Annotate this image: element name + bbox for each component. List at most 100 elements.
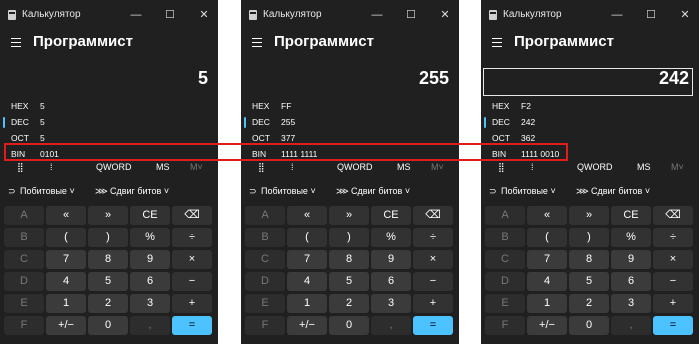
key-3[interactable]: 3	[371, 294, 411, 313]
key-3[interactable]: 3	[611, 294, 651, 313]
key-3[interactable]: 3	[130, 294, 170, 313]
key-plus[interactable]: +	[413, 294, 453, 313]
bitshift-dropdown[interactable]: Сдвиг битов ˅	[351, 186, 410, 196]
close-button[interactable]: ✕	[194, 5, 214, 25]
key-minus[interactable]: −	[413, 272, 453, 291]
key-c[interactable]: C	[245, 250, 285, 269]
keypad-icon[interactable]: ⣿	[258, 162, 265, 173]
key-4[interactable]: 4	[287, 272, 327, 291]
key-close-paren[interactable]: )	[569, 228, 609, 247]
key-ce[interactable]: CE	[611, 206, 651, 225]
memory-store-button[interactable]: MS	[637, 162, 651, 172]
key-8[interactable]: 8	[329, 250, 369, 269]
key-minus[interactable]: −	[172, 272, 212, 291]
key-open-paren[interactable]: (	[287, 228, 327, 247]
close-button[interactable]: ✕	[675, 5, 695, 25]
key-5[interactable]: 5	[569, 272, 609, 291]
key-6[interactable]: 6	[130, 272, 170, 291]
bit-toggle-icon[interactable]: ⁞	[291, 162, 294, 172]
maximize-button[interactable]: ☐	[641, 5, 661, 25]
bitwise-dropdown[interactable]: Побитовые ˅	[20, 186, 75, 196]
key-multiply[interactable]: ×	[413, 250, 453, 269]
close-button[interactable]: ✕	[435, 5, 455, 25]
key-ce[interactable]: CE	[371, 206, 411, 225]
key-backspace[interactable]: ⌫	[413, 206, 453, 225]
key-percent[interactable]: %	[611, 228, 651, 247]
key-1[interactable]: 1	[46, 294, 86, 313]
key-5[interactable]: 5	[329, 272, 369, 291]
maximize-button[interactable]: ☐	[160, 5, 180, 25]
key-0[interactable]: 0	[329, 316, 369, 335]
key-shift-right[interactable]: »	[88, 206, 128, 225]
memory-button[interactable]: M˅	[190, 162, 203, 172]
key-0[interactable]: 0	[88, 316, 128, 335]
key-2[interactable]: 2	[88, 294, 128, 313]
key-2[interactable]: 2	[569, 294, 609, 313]
key-equals[interactable]: =	[653, 316, 693, 335]
key-7[interactable]: 7	[46, 250, 86, 269]
key-4[interactable]: 4	[527, 272, 567, 291]
key-shift-left[interactable]: «	[527, 206, 567, 225]
key-b[interactable]: B	[245, 228, 285, 247]
key-b[interactable]: B	[485, 228, 525, 247]
key-open-paren[interactable]: (	[527, 228, 567, 247]
key-c[interactable]: C	[485, 250, 525, 269]
key-d[interactable]: D	[4, 272, 44, 291]
memory-button[interactable]: M˅	[671, 162, 684, 172]
key-backspace[interactable]: ⌫	[653, 206, 693, 225]
key-equals[interactable]: =	[172, 316, 212, 335]
key-f[interactable]: F	[245, 316, 285, 335]
bitshift-dropdown[interactable]: Сдвиг битов ˅	[591, 186, 650, 196]
key-decimal[interactable]: ,	[371, 316, 411, 335]
key-5[interactable]: 5	[88, 272, 128, 291]
maximize-button[interactable]: ☐	[401, 5, 421, 25]
key-2[interactable]: 2	[329, 294, 369, 313]
key-9[interactable]: 9	[371, 250, 411, 269]
key-close-paren[interactable]: )	[329, 228, 369, 247]
keypad-icon[interactable]: ⣿	[17, 162, 24, 173]
minimize-button[interactable]: —	[367, 5, 387, 25]
bitwise-dropdown[interactable]: Побитовые ˅	[501, 186, 556, 196]
word-size-button[interactable]: QWORD	[337, 162, 373, 172]
key-shift-left[interactable]: «	[46, 206, 86, 225]
key-d[interactable]: D	[245, 272, 285, 291]
key-backspace[interactable]: ⌫	[172, 206, 212, 225]
key-f[interactable]: F	[4, 316, 44, 335]
key-close-paren[interactable]: )	[88, 228, 128, 247]
key-c[interactable]: C	[4, 250, 44, 269]
radix-row-hex[interactable]: HEX 5	[0, 98, 218, 114]
minimize-button[interactable]: —	[607, 5, 627, 25]
key-9[interactable]: 9	[130, 250, 170, 269]
key-4[interactable]: 4	[46, 272, 86, 291]
key-multiply[interactable]: ×	[172, 250, 212, 269]
key-7[interactable]: 7	[527, 250, 567, 269]
key-9[interactable]: 9	[611, 250, 651, 269]
key-negate[interactable]: +/−	[287, 316, 327, 335]
key-multiply[interactable]: ×	[653, 250, 693, 269]
key-minus[interactable]: −	[653, 272, 693, 291]
key-e[interactable]: E	[245, 294, 285, 313]
bit-toggle-icon[interactable]: ⁞	[50, 162, 53, 172]
menu-icon[interactable]	[492, 38, 502, 48]
menu-icon[interactable]	[11, 38, 21, 48]
memory-button[interactable]: M˅	[431, 162, 444, 172]
key-negate[interactable]: +/−	[527, 316, 567, 335]
keypad-icon[interactable]: ⣿	[498, 162, 505, 173]
radix-row-hex[interactable]: HEX F2	[481, 98, 699, 114]
key-a[interactable]: A	[485, 206, 525, 225]
minimize-button[interactable]: —	[126, 5, 146, 25]
bitshift-dropdown[interactable]: Сдвиг битов ˅	[110, 186, 169, 196]
key-8[interactable]: 8	[569, 250, 609, 269]
key-percent[interactable]: %	[130, 228, 170, 247]
word-size-button[interactable]: QWORD	[96, 162, 132, 172]
key-a[interactable]: A	[245, 206, 285, 225]
radix-row-hex[interactable]: HEX FF	[241, 98, 459, 114]
key-decimal[interactable]: ,	[130, 316, 170, 335]
key-a[interactable]: A	[4, 206, 44, 225]
key-1[interactable]: 1	[527, 294, 567, 313]
key-ce[interactable]: CE	[130, 206, 170, 225]
key-decimal[interactable]: ,	[611, 316, 651, 335]
key-f[interactable]: F	[485, 316, 525, 335]
key-0[interactable]: 0	[569, 316, 609, 335]
key-6[interactable]: 6	[611, 272, 651, 291]
